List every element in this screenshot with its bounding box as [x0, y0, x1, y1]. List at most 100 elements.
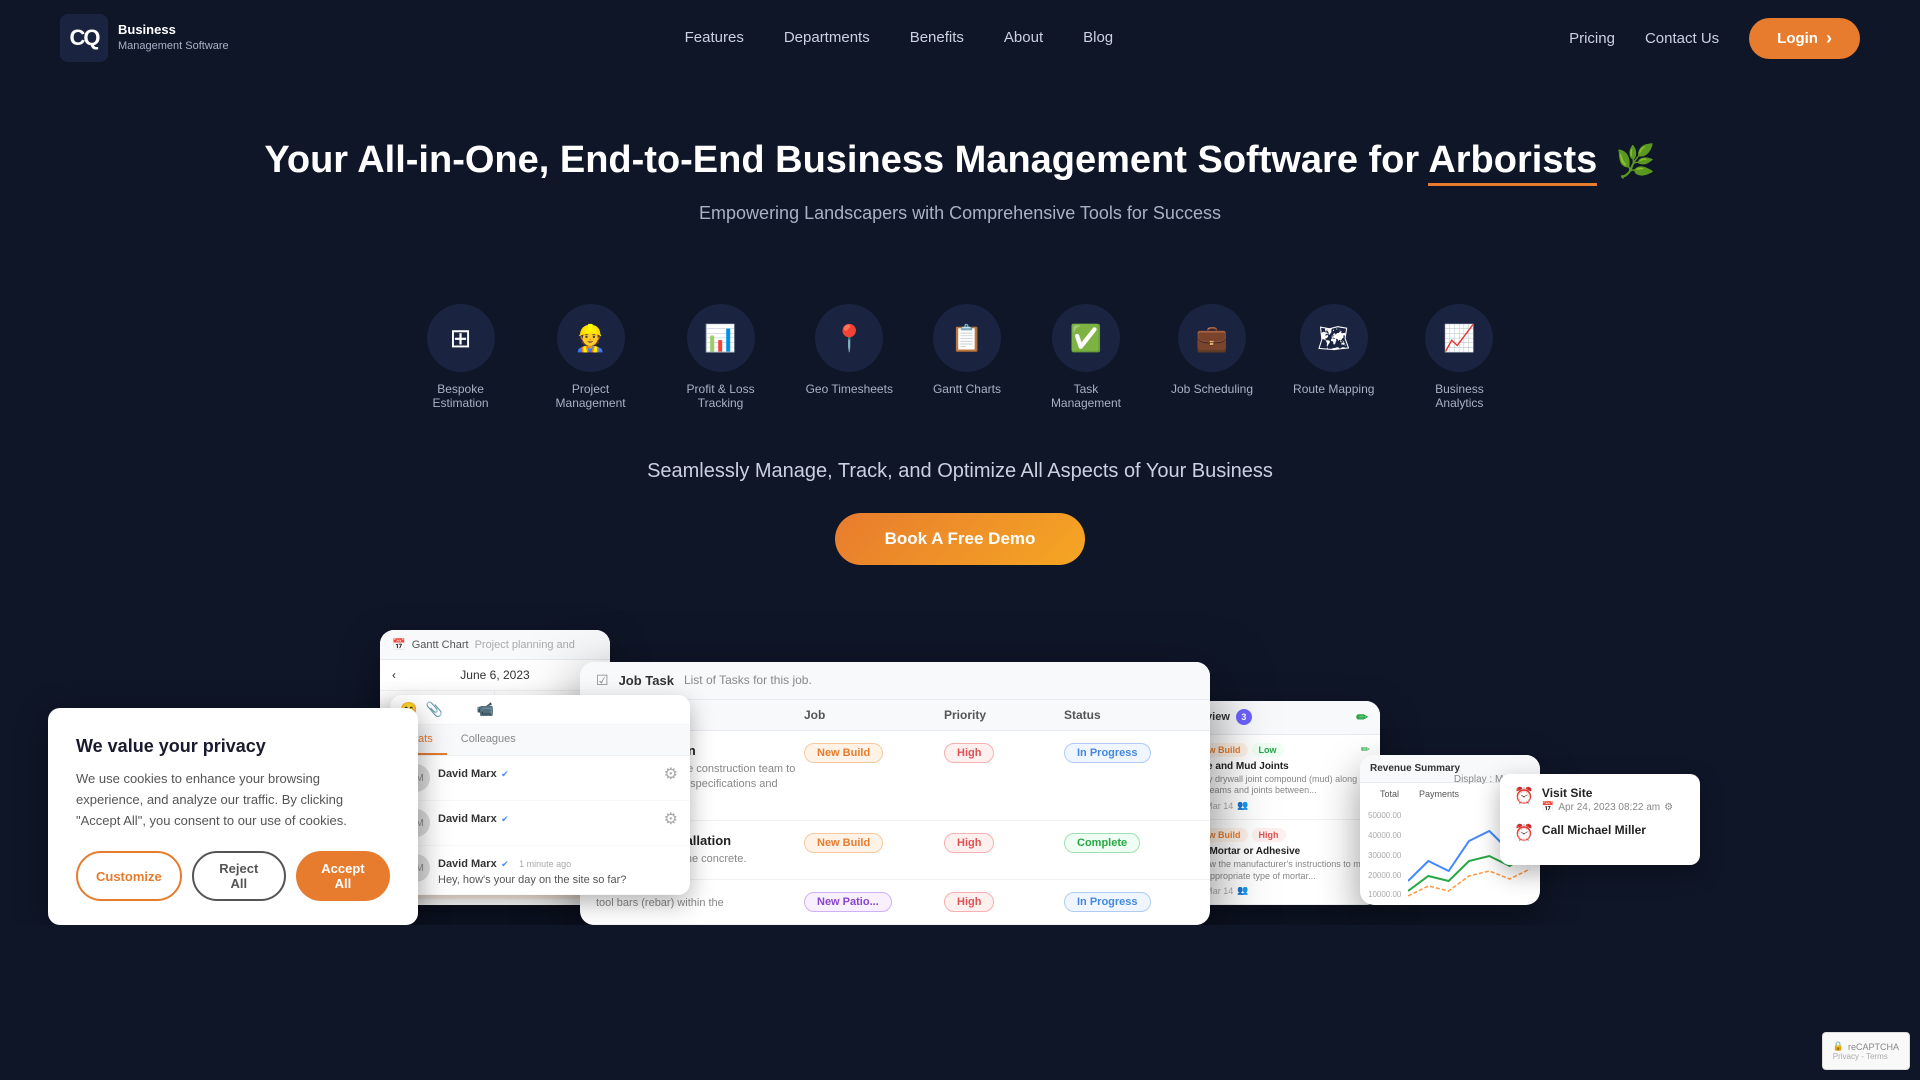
- features-row: ⊞ Bespoke Estimation 👷 Project Managemen…: [0, 294, 1920, 440]
- edit-icon[interactable]: ✏: [1361, 743, 1370, 757]
- settings-icon[interactable]: ⚙: [664, 809, 678, 829]
- feature-task-management[interactable]: ✅ Task Management: [1041, 304, 1131, 410]
- feature-label: Task Management: [1041, 382, 1131, 410]
- cookie-banner: We value your privacy We use cookies to …: [48, 708, 418, 925]
- chat-video-icon[interactable]: 📹: [477, 701, 494, 718]
- priority-badge: High: [944, 892, 994, 912]
- review-item: New Build Low ✏ Tape and Mud Joints Appl…: [1180, 735, 1380, 820]
- task-icon: ☑: [596, 672, 609, 689]
- nav-pricing[interactable]: Pricing: [1569, 30, 1615, 47]
- nav-contact[interactable]: Contact Us: [1645, 30, 1719, 47]
- job-badge: New Build: [804, 743, 883, 763]
- tree-icon: 🌿: [1616, 141, 1656, 183]
- edit-icon[interactable]: ✏: [1356, 709, 1368, 726]
- hero-subtitle: Empowering Landscapers with Comprehensiv…: [20, 203, 1900, 224]
- cookie-title: We value your privacy: [76, 736, 390, 757]
- bespoke-estimation-icon: ⊞: [427, 304, 495, 372]
- business-analytics-icon: 📈: [1425, 304, 1493, 372]
- nav-about[interactable]: About: [1004, 29, 1043, 46]
- feature-label: Business Analytics: [1414, 382, 1504, 410]
- logo-icon: CQ: [60, 14, 108, 62]
- verified-icon: ✔: [501, 814, 509, 824]
- customize-button[interactable]: Customize: [76, 851, 182, 901]
- visit-tasks-card: ⏰ Visit Site 📅 Apr 24, 2023 08:22 am ⚙ ⏰…: [1500, 774, 1700, 865]
- chat-message: DM David Marx ✔ 1 minute ago Hey, how's …: [390, 846, 690, 895]
- y-axis-labels: 50000.00 40000.00 30000.00 20000.00 1000…: [1368, 811, 1401, 899]
- feature-bespoke-estimation[interactable]: ⊞ Bespoke Estimation: [416, 304, 506, 410]
- hero-section: Your All-in-One, End-to-End Business Man…: [0, 76, 1920, 294]
- review-priority-badge: High: [1252, 828, 1286, 842]
- feature-label: Project Management: [546, 382, 636, 410]
- nav-benefits[interactable]: Benefits: [910, 29, 964, 46]
- accept-all-button[interactable]: Accept All: [296, 851, 390, 901]
- user-icon: 👥: [1237, 800, 1248, 811]
- cookie-buttons: Customize Reject All Accept All: [76, 851, 390, 901]
- calendar-icon: 📅: [1542, 802, 1554, 813]
- feature-project-management[interactable]: 👷 Project Management: [546, 304, 636, 410]
- nav-features[interactable]: Features: [685, 29, 744, 46]
- job-badge: New Patio...: [804, 892, 892, 912]
- nav-departments[interactable]: Departments: [784, 29, 870, 46]
- review-header: Review 3 ✏: [1180, 701, 1380, 735]
- feature-business-analytics[interactable]: 📈 Business Analytics: [1414, 304, 1504, 410]
- recaptcha-icon: 🔒: [1833, 1041, 1844, 1052]
- job-scheduling-icon: 💼: [1178, 304, 1246, 372]
- task-management-icon: ✅: [1052, 304, 1120, 372]
- reject-all-button[interactable]: Reject All: [192, 851, 286, 901]
- revenue-legend: Total Payments: [1360, 783, 1454, 805]
- route-mapping-icon: 🗺: [1300, 304, 1368, 372]
- chat-action-icons: 😊 📎 🖼 📹 ⚙: [390, 695, 690, 725]
- book-demo-button[interactable]: Book A Free Demo: [835, 513, 1086, 565]
- feature-label: Route Mapping: [1293, 382, 1374, 396]
- feature-label: Job Scheduling: [1171, 382, 1253, 396]
- review-item: New Build High ✏ Mix Mortar or Adhesive …: [1180, 820, 1380, 905]
- status-badge: In Progress: [1064, 743, 1151, 763]
- task-item-call: ⏰ Call Michael Miller: [1514, 823, 1686, 843]
- nav-blog[interactable]: Blog: [1083, 29, 1113, 46]
- alarm-icon: ⏰: [1514, 786, 1534, 806]
- tab-colleagues[interactable]: Colleagues: [447, 725, 530, 755]
- logo[interactable]: CQ Business Management Software: [60, 14, 229, 62]
- verified-icon: ✔: [501, 859, 509, 869]
- review-priority-badge: Low: [1252, 743, 1284, 757]
- settings-icon[interactable]: ⚙: [664, 764, 678, 784]
- logo-text: Business Management Software: [118, 21, 229, 55]
- chat-message: DM David Marx ✔ ⚙: [390, 756, 690, 801]
- geo-timesheets-icon: 📍: [815, 304, 883, 372]
- verified-icon: ✔: [501, 769, 509, 779]
- alarm-icon: ⏰: [1514, 823, 1534, 843]
- feature-label: Gantt Charts: [933, 382, 1001, 396]
- feature-job-scheduling[interactable]: 💼 Job Scheduling: [1171, 304, 1253, 410]
- navbar: CQ Business Management Software Features…: [0, 0, 1920, 76]
- recaptcha-badge: 🔒 reCAPTCHA Privacy - Terms: [1822, 1032, 1910, 1070]
- feature-geo-timesheets[interactable]: 📍 Geo Timesheets: [806, 304, 893, 410]
- status-badge: Complete: [1064, 833, 1140, 853]
- feature-profit-loss[interactable]: 📊 Profit & Loss Tracking: [676, 304, 766, 410]
- chat-image-icon[interactable]: 🖼: [451, 701, 469, 718]
- screenshots-area: 📅 Gantt Chart Project planning and ‹ Jun…: [0, 605, 1920, 925]
- gantt-header: 📅 Gantt Chart Project planning and: [380, 630, 610, 660]
- feature-gantt-charts[interactable]: 📋 Gantt Charts: [933, 304, 1001, 410]
- feature-route-mapping[interactable]: 🗺 Route Mapping: [1293, 304, 1374, 410]
- priority-badge: High: [944, 743, 994, 763]
- cta-section: Seamlessly Manage, Track, and Optimize A…: [0, 440, 1920, 605]
- review-count: 3: [1236, 709, 1252, 725]
- cta-tagline: Seamlessly Manage, Track, and Optimize A…: [20, 460, 1900, 483]
- cookie-text: We use cookies to enhance your browsing …: [76, 769, 390, 831]
- chat-tabs: Chats Colleagues: [390, 725, 690, 756]
- feature-label: Geo Timesheets: [806, 382, 893, 396]
- feature-label: Bespoke Estimation: [416, 382, 506, 410]
- gantt-charts-icon: 📋: [933, 304, 1001, 372]
- prev-arrow[interactable]: ‹: [392, 668, 396, 682]
- hero-title: Your All-in-One, End-to-End Business Man…: [20, 136, 1900, 185]
- gantt-icon: 📅: [392, 638, 406, 651]
- project-management-icon: 👷: [557, 304, 625, 372]
- task-item-visit: ⏰ Visit Site 📅 Apr 24, 2023 08:22 am ⚙: [1514, 786, 1686, 813]
- chat-settings-icon[interactable]: ⚙: [667, 701, 680, 718]
- chat-attach-icon[interactable]: 📎: [425, 701, 442, 718]
- chat-message: DM David Marx ✔ ⚙: [390, 801, 690, 846]
- hero-highlight: Arborists: [1428, 139, 1597, 186]
- nav-links: Features Departments Benefits About Blog: [685, 29, 1114, 47]
- login-button[interactable]: Login: [1749, 18, 1860, 59]
- settings-icon[interactable]: ⚙: [1664, 802, 1673, 813]
